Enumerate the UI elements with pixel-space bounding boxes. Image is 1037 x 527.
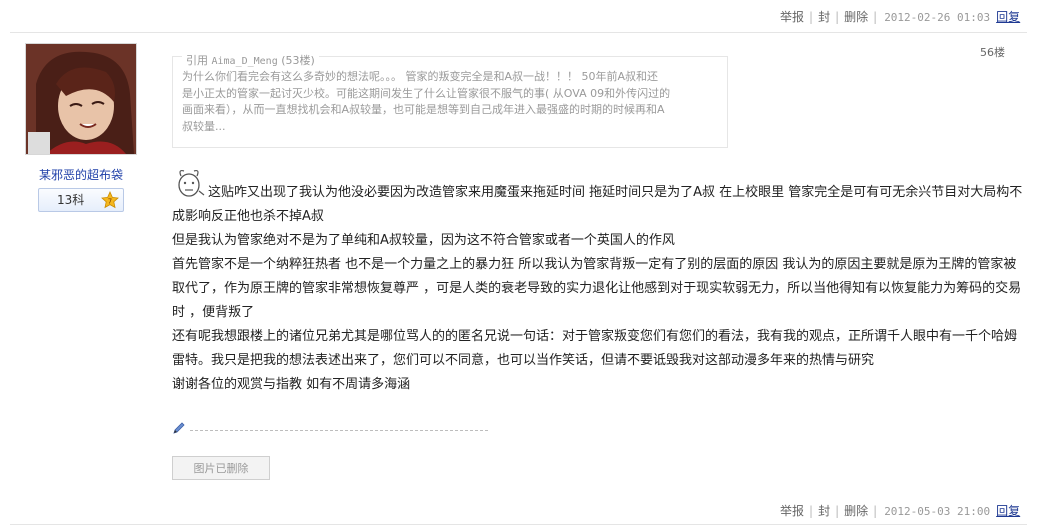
quote-line: 画面来看），从而一直想找机会和A叔较量，也可能是想等到自己成年进入最强盛的时期的… [182,103,665,116]
avatar[interactable] [25,43,137,155]
pencil-icon [173,422,185,434]
author-name[interactable]: 某邪恶的超布袋 [25,166,137,183]
floor-number: 56楼 [980,46,1005,59]
quote-line: 为什么你们看完会有这么多奇妙的想法呢。。。 管家的叛变完全是和A叔一战！！！ 5… [182,70,659,83]
dotted-divider [190,430,488,431]
quote-body: 为什么你们看完会有这么多奇妙的想法呢。。。 管家的叛变完全是和A叔一战！！！ 5… [182,69,722,135]
signature-separator [172,421,492,435]
post-actions-bottom: 举报 | 封 | 删除 | 2012-05-03 21:00 回复 [780,504,1021,518]
user-level-badge: 13科 7 [38,188,124,212]
image-deleted-placeholder: 图片已删除 [172,456,270,480]
ban-link[interactable]: 封 [818,504,830,518]
post-time: 2012-02-26 01:03 [884,11,991,24]
post-paragraph: 但是我认为管家绝对不是为了单纯和A叔较量，因为这不符合管家或者一个英国人的作风 [172,233,675,248]
ban-link[interactable]: 封 [818,10,830,24]
post-paragraph: 这贴咋又出现了我认为他没必要因为改造管家来用魔蛋来拖延时间 拖延时间只是为了A叔… [172,185,1023,224]
quote-floor: (53楼) [281,54,315,67]
delete-link[interactable]: 删除 [844,504,868,518]
divider-bottom [10,524,1027,525]
post-paragraph: 还有呢我想跟楼上的诸位兄弟尤其是哪位骂人的的匿名兄说一句话：对于管家叛变您们有您… [172,329,1018,368]
post-content: 这贴咋又出现了我认为他没必要因为改造管家来用魔蛋来拖延时间 拖延时间只是为了A叔… [172,181,1024,397]
post-paragraph: 首先管家不是一个纳粹狂热者 也不是一个力量之上的暴力狂 所以我认为管家背叛一定有… [172,257,1022,320]
quote-author: Aima_D_Meng [211,56,278,67]
report-link[interactable]: 举报 [780,504,804,518]
divider-top [10,32,1027,33]
level-badge-number: 7 [108,198,112,206]
post-actions-top: 举报 | 封 | 删除 | 2012-02-26 01:03 回复 [780,10,1021,24]
quote-label: 引用 [186,54,208,67]
quote-header: 引用 Aima_D_Meng (53楼) [182,52,319,68]
post-paragraph: 谢谢各位的观赏与指教 如有不周请多海涵 [172,377,411,392]
reply-link[interactable]: 回复 [996,10,1020,24]
post-time: 2012-05-03 21:00 [884,505,991,518]
quote-line: 叔较量... [182,119,226,133]
level-text: 13科 [57,193,85,207]
report-link[interactable]: 举报 [780,10,804,24]
reply-link[interactable]: 回复 [996,504,1020,518]
delete-link[interactable]: 删除 [844,10,868,24]
quote-line: 是小正太的管家一起讨灭少校。可能这期间发生了什么让管家很不服气的事( 从OVA … [182,86,671,100]
avatar-image [26,44,136,154]
level-star-icon: 7 [101,191,119,209]
